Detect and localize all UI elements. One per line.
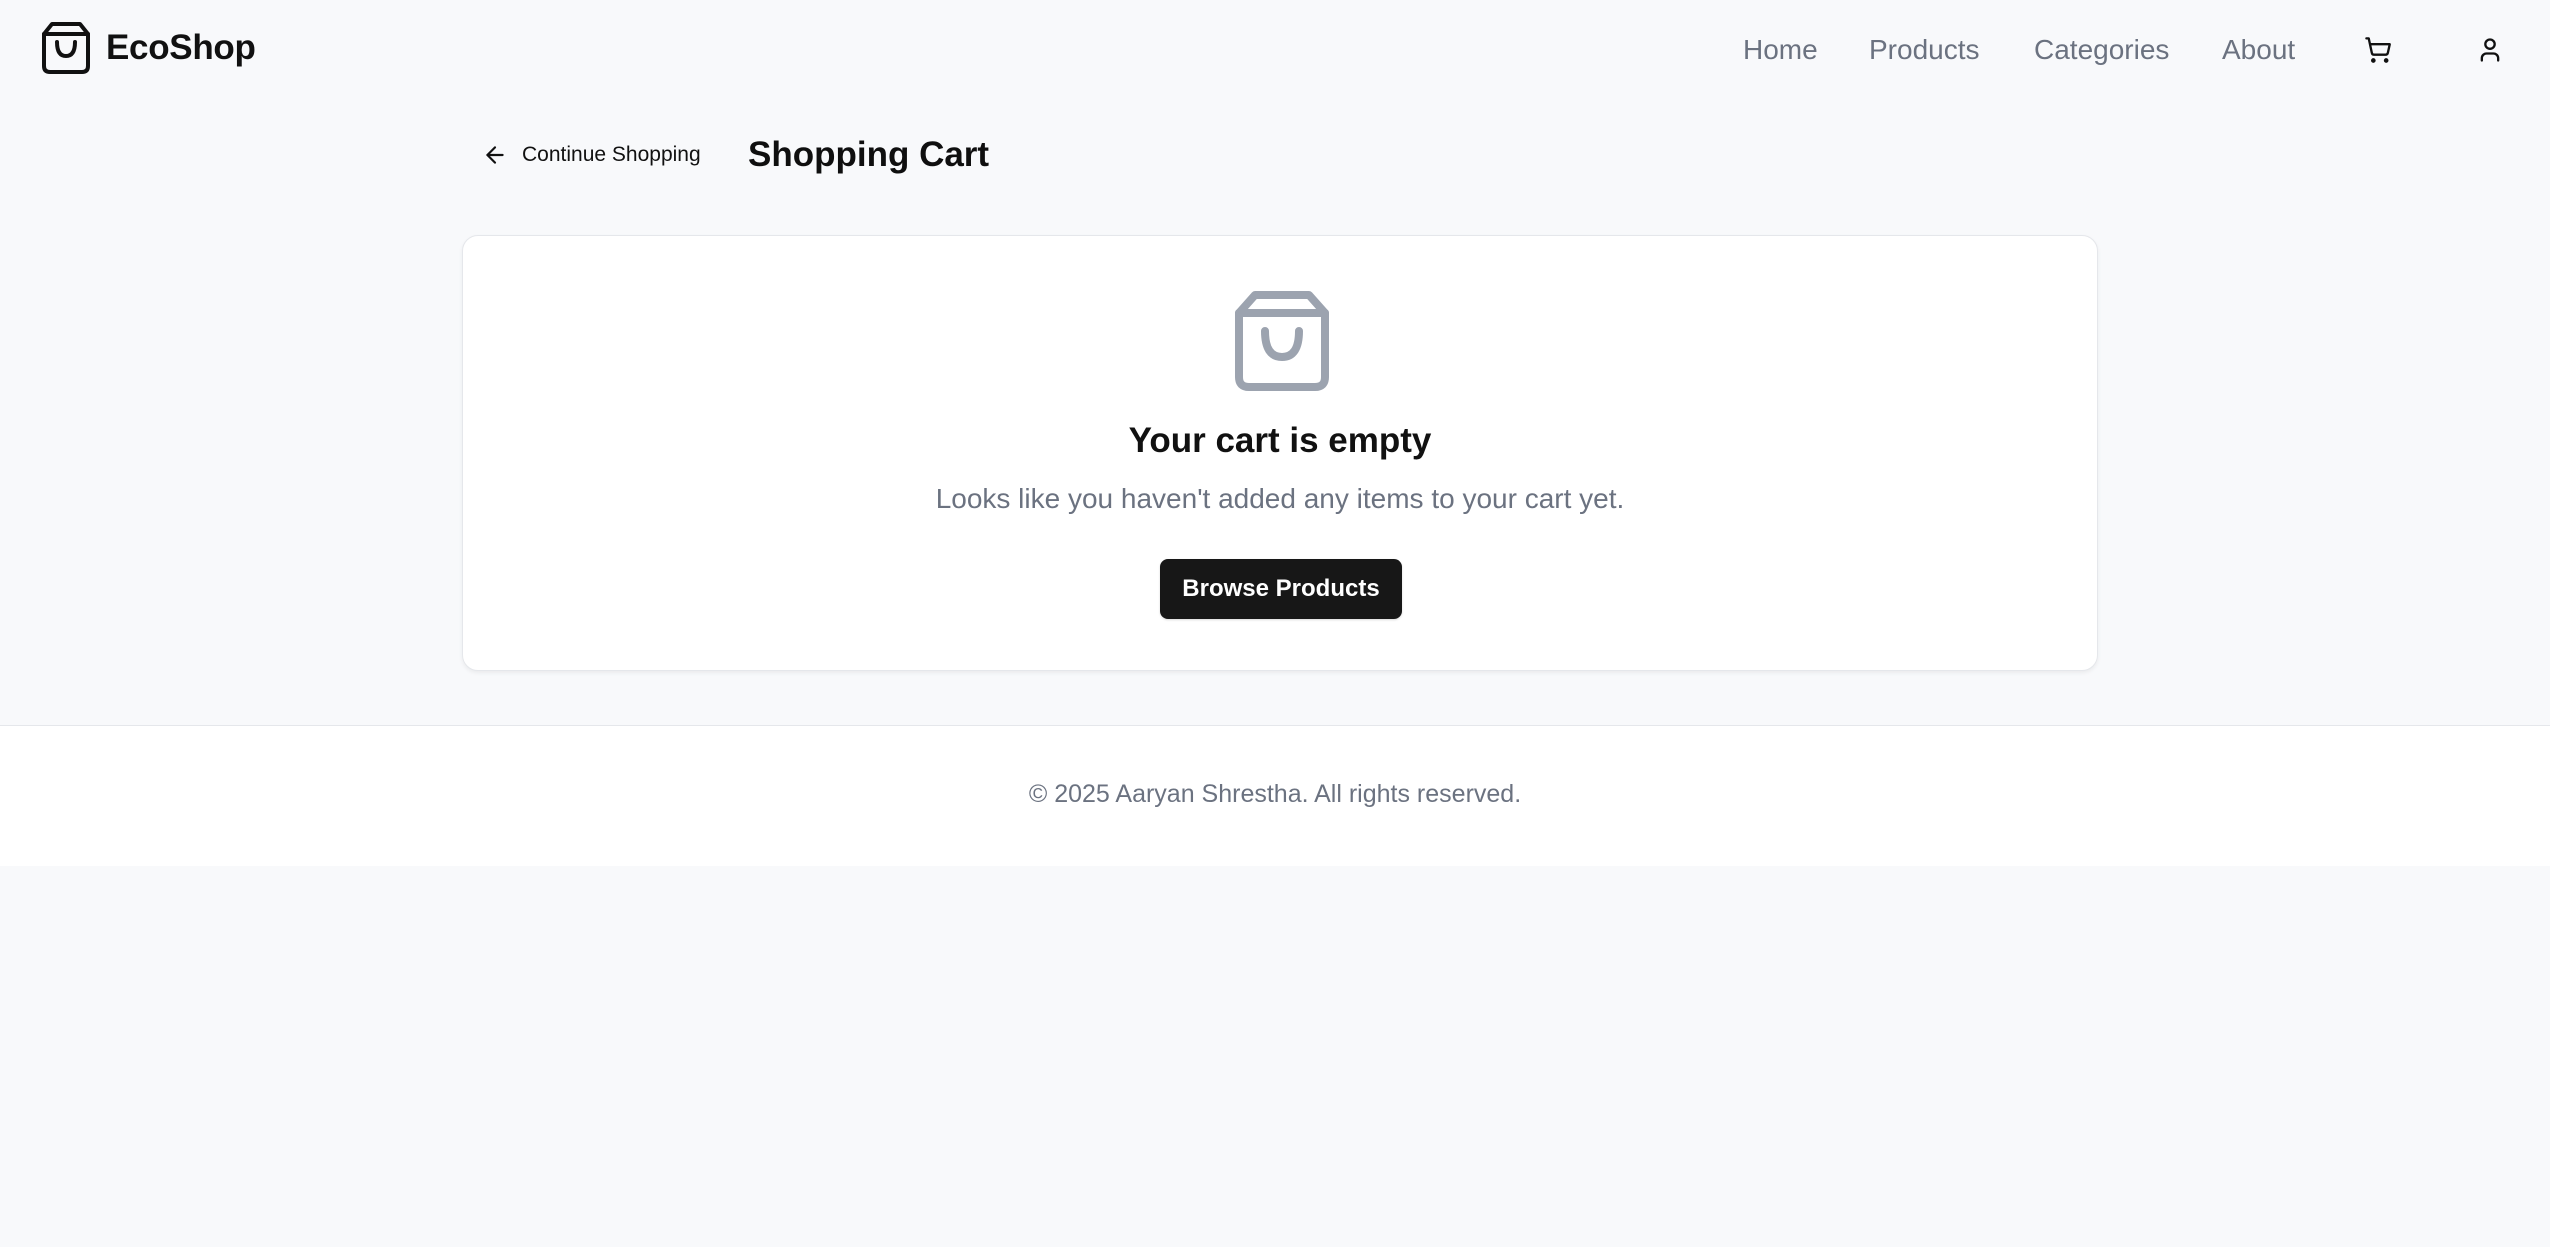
empty-cart-title: Your cart is empty: [1128, 421, 1432, 460]
continue-shopping-label: Continue Shopping: [522, 143, 701, 166]
page-heading-row: Continue Shopping Shopping Cart: [460, 130, 2100, 180]
copyright-text: © 2025 Aaryan Shrestha. All rights reser…: [1028, 780, 1522, 808]
user-button[interactable]: [2468, 28, 2512, 72]
empty-cart-card: Your cart is empty Looks like you haven'…: [462, 235, 2098, 671]
empty-cart-message: Looks like you haven't added any items t…: [935, 483, 1625, 514]
nav-products[interactable]: Products: [1869, 30, 1980, 70]
continue-shopping-button[interactable]: Continue Shopping: [460, 130, 710, 180]
cart-icon: [2365, 37, 2391, 63]
site-footer: © 2025 Aaryan Shrestha. All rights reser…: [0, 725, 2550, 866]
shopping-bag-icon: [1235, 291, 1329, 391]
browse-products-button[interactable]: Browse Products: [1160, 559, 1402, 619]
main-nav: Home Products Categories About: [0, 30, 2550, 70]
nav-home[interactable]: Home: [1743, 30, 1818, 70]
arrow-left-icon: [486, 146, 504, 164]
user-icon: [2480, 38, 2500, 62]
page-title: Shopping Cart: [748, 135, 990, 174]
nav-categories[interactable]: Categories: [2034, 30, 2169, 70]
cart-button[interactable]: [2356, 28, 2400, 72]
site-header: EcoShop Home Products Categories About: [0, 0, 2550, 100]
nav-about[interactable]: About: [2222, 30, 2295, 70]
